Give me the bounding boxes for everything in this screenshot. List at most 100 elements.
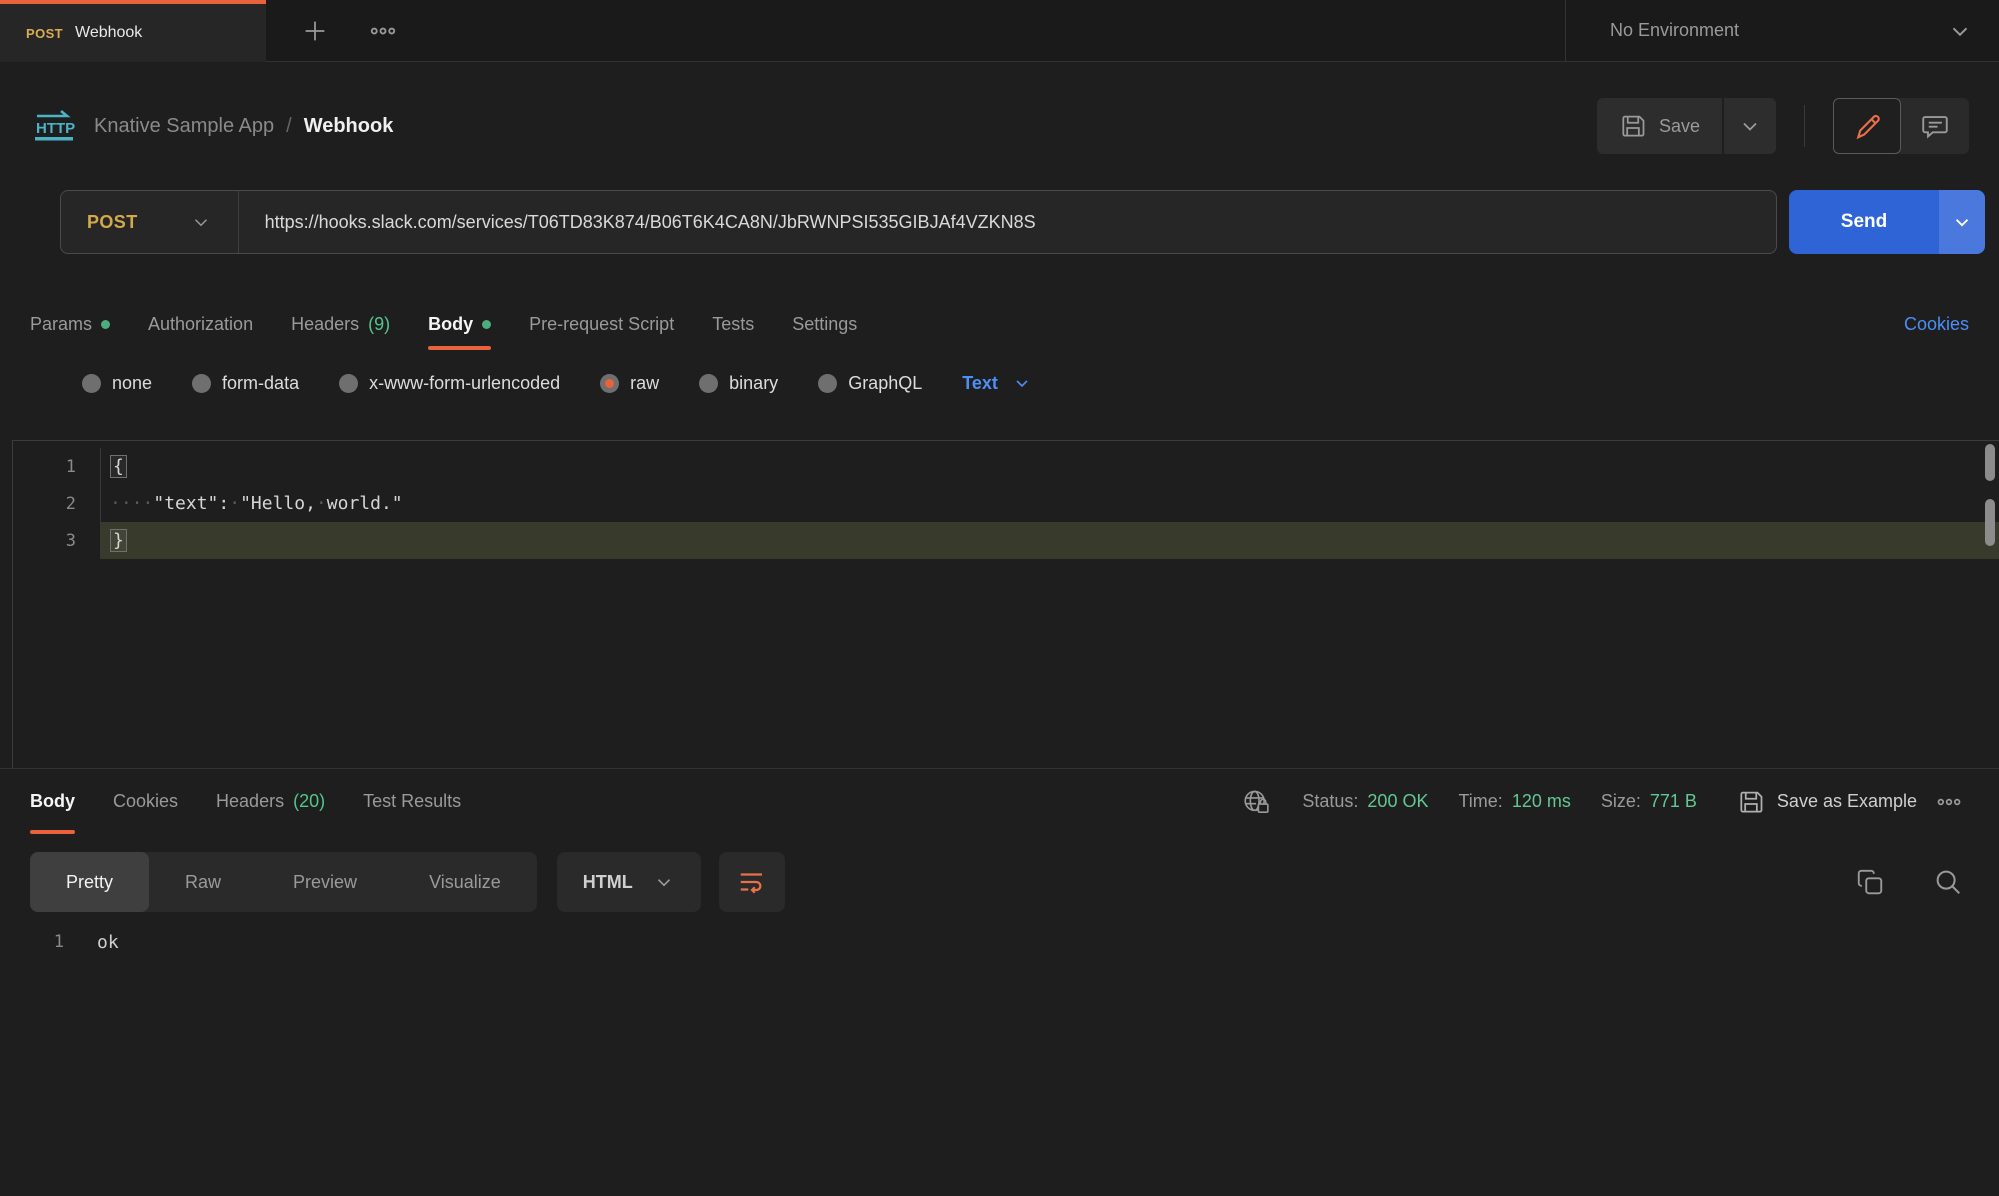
- editor-scrollbar-thumb[interactable]: [1985, 444, 1995, 481]
- tab-pre-request-script[interactable]: Pre-request Script: [529, 298, 674, 350]
- mode-x-www-form-urlencoded[interactable]: x-www-form-urlencoded: [339, 373, 560, 394]
- view-pretty[interactable]: Pretty: [30, 852, 149, 912]
- url-row: POST https://hooks.slack.com/services/T0…: [60, 190, 1985, 254]
- more-options-icon: [368, 16, 398, 46]
- chevron-down-icon: [653, 871, 675, 893]
- send-button[interactable]: Send: [1789, 190, 1939, 254]
- tab-pre-request-script-label: Pre-request Script: [529, 314, 674, 335]
- mode-raw[interactable]: raw: [600, 373, 659, 394]
- time-value: 120 ms: [1512, 791, 1571, 812]
- view-raw[interactable]: Raw: [149, 852, 257, 912]
- response-tabs: Body Cookies Headers (20) Test Results: [30, 769, 461, 834]
- new-tab-button[interactable]: [294, 10, 336, 52]
- copy-response-button[interactable]: [1849, 861, 1891, 903]
- mode-graphql[interactable]: GraphQL: [818, 373, 922, 394]
- svg-text:HTTP: HTTP: [36, 120, 75, 137]
- send-options-button[interactable]: [1939, 190, 1985, 254]
- search-response-button[interactable]: [1927, 861, 1969, 903]
- size-value: 771 B: [1650, 791, 1697, 812]
- pencil-icon: [1852, 111, 1882, 141]
- tab-options-button[interactable]: [362, 10, 404, 52]
- tab-authorization[interactable]: Authorization: [148, 298, 253, 350]
- mode-none[interactable]: none: [82, 373, 152, 394]
- breadcrumb-separator: /: [286, 115, 292, 138]
- save-as-example-label: Save as Example: [1777, 791, 1917, 812]
- breadcrumb-request-name[interactable]: Webhook: [304, 115, 394, 138]
- whitespace-dots: ·: [316, 493, 327, 514]
- response-options-button[interactable]: [1929, 782, 1969, 822]
- mode-form-data[interactable]: form-data: [192, 373, 299, 394]
- response-tab-body[interactable]: Body: [30, 769, 75, 834]
- globe-lock-icon: [1242, 788, 1272, 816]
- tab-authorization-label: Authorization: [148, 314, 253, 335]
- chevron-down-icon: [1012, 373, 1032, 393]
- radio-icon: [192, 374, 211, 393]
- save-as-example-button[interactable]: Save as Example: [1737, 788, 1917, 816]
- wrap-text-button[interactable]: [719, 852, 785, 912]
- url-box: POST https://hooks.slack.com/services/T0…: [60, 190, 1777, 254]
- http-protocol-badge: HTTP: [30, 107, 76, 145]
- radio-icon: [699, 374, 718, 393]
- editor-line: 1 {: [13, 448, 1999, 485]
- status-value: 200 OK: [1367, 791, 1428, 812]
- json-value: "Hello,: [240, 493, 316, 514]
- format-selector[interactable]: HTML: [557, 852, 701, 912]
- save-options-button[interactable]: [1724, 98, 1776, 154]
- response-body[interactable]: 1 ok: [0, 932, 1999, 953]
- language-selector-label: Text: [962, 373, 998, 394]
- status-label: Status:: [1302, 791, 1358, 812]
- mode-binary-label: binary: [729, 373, 778, 394]
- json-value: world.": [327, 493, 403, 514]
- tab-settings[interactable]: Settings: [792, 298, 857, 350]
- radio-icon: [339, 374, 358, 393]
- environment-name: No Environment: [1610, 20, 1739, 41]
- comments-button[interactable]: [1901, 98, 1969, 154]
- mode-x-www-form-urlencoded-label: x-www-form-urlencoded: [369, 373, 560, 394]
- breadcrumb-collection[interactable]: Knative Sample App: [94, 115, 274, 138]
- tab-body[interactable]: Body: [428, 298, 491, 350]
- environment-selector[interactable]: No Environment: [1565, 0, 1999, 62]
- chevron-down-icon: [1738, 114, 1762, 138]
- tab-params[interactable]: Params: [30, 298, 110, 350]
- line-number: 3: [13, 522, 101, 559]
- response-tab-headers-count: (20): [293, 791, 325, 812]
- response-tab-test-results[interactable]: Test Results: [363, 769, 461, 834]
- wrap-text-icon: [737, 867, 767, 897]
- view-mode-group: [1833, 98, 1969, 154]
- view-visualize[interactable]: Visualize: [393, 852, 537, 912]
- size-group[interactable]: Size: 771 B: [1601, 791, 1697, 812]
- whitespace-dots: ·: [229, 493, 240, 514]
- tab-headers[interactable]: Headers (9): [291, 298, 390, 350]
- mode-binary[interactable]: binary: [699, 373, 778, 394]
- tab-strip: [266, 0, 1565, 62]
- edit-mode-button[interactable]: [1833, 98, 1901, 154]
- method-selector[interactable]: POST: [61, 191, 239, 253]
- response-tab-body-label: Body: [30, 791, 75, 812]
- view-preview[interactable]: Preview: [257, 852, 393, 912]
- mode-form-data-label: form-data: [222, 373, 299, 394]
- response-tab-headers[interactable]: Headers (20): [216, 769, 325, 834]
- chevron-down-icon: [1947, 18, 1973, 44]
- tab-tests[interactable]: Tests: [712, 298, 754, 350]
- tab-headers-label: Headers: [291, 314, 359, 335]
- comment-icon: [1920, 111, 1950, 141]
- mode-raw-label: raw: [630, 373, 659, 394]
- response-tab-cookies[interactable]: Cookies: [113, 769, 178, 834]
- search-icon: [1933, 867, 1963, 897]
- code-line-2: ····"text":·"Hello,·world.": [101, 485, 1999, 522]
- line-number: 1: [13, 448, 101, 485]
- time-group[interactable]: Time: 120 ms: [1458, 791, 1570, 812]
- url-input[interactable]: https://hooks.slack.com/services/T06TD83…: [239, 191, 1776, 253]
- status-group[interactable]: Status: 200 OK: [1302, 791, 1428, 812]
- editor-scrollbar-marker[interactable]: [1985, 499, 1995, 546]
- language-selector[interactable]: Text: [962, 373, 1032, 394]
- response-header: Body Cookies Headers (20) Test Results S…: [0, 768, 1999, 834]
- request-tab[interactable]: POST Webhook: [0, 0, 266, 62]
- response-tab-headers-label: Headers: [216, 791, 284, 812]
- cookies-link[interactable]: Cookies: [1904, 314, 1969, 335]
- save-button[interactable]: Save: [1597, 98, 1722, 154]
- chevron-down-icon: [190, 211, 212, 233]
- request-body-editor[interactable]: 1 { 2 ····"text":·"Hello,·world." 3 }: [12, 440, 1999, 768]
- line-number: 2: [13, 485, 101, 522]
- response-line-number: 1: [0, 932, 88, 953]
